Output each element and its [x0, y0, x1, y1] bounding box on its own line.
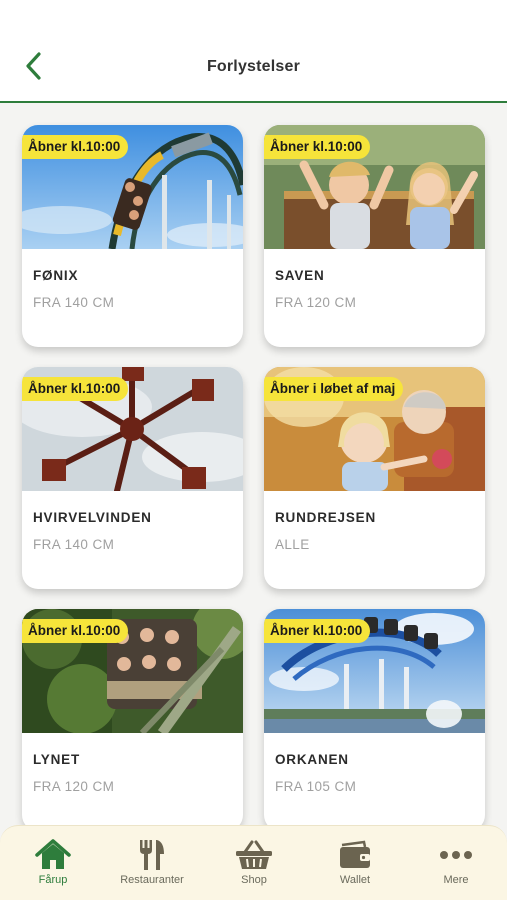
wallet-icon	[340, 840, 370, 868]
ride-height-requirement: FRA 105 CM	[275, 779, 357, 794]
ride-name: FØNIX	[33, 268, 79, 283]
ride-name: HVIRVELVINDEN	[33, 510, 152, 525]
ride-height-requirement: FRA 120 CM	[33, 779, 115, 794]
ride-height-requirement: ALLE	[275, 537, 310, 552]
home-icon	[35, 839, 71, 869]
ride-height-requirement: FRA 140 CM	[33, 537, 115, 552]
ride-name: LYNET	[33, 752, 81, 767]
ride-height-requirement: FRA 120 CM	[275, 295, 357, 310]
ride-height-requirement: FRA 140 CM	[33, 295, 115, 310]
status-badge: Åbner i løbet af maj	[264, 377, 404, 401]
ride-card-hvirvelvinden[interactable]: Åbner kl.10:00 HVIRVELVINDEN FRA 140 CM	[22, 367, 243, 589]
tab-label: Mere	[443, 874, 469, 886]
ride-name: ORKANEN	[275, 752, 349, 767]
ride-card-rundrejsen[interactable]: Åbner i løbet af maj RUNDREJSEN ALLE	[264, 367, 485, 589]
status-badge: Åbner kl.10:00	[22, 135, 129, 159]
header-bar: Forlystelser	[0, 0, 507, 103]
tab-restauranter[interactable]: Restauranter	[107, 838, 197, 898]
page-title: Forlystelser	[206, 58, 301, 75]
ride-card-orkanen[interactable]: Åbner kl.10:00 ORKANEN FRA 105 CM	[264, 609, 485, 825]
fork-knife-icon	[140, 840, 164, 870]
ride-card-saven[interactable]: Åbner kl.10:00 SAVEN FRA 120 CM	[264, 125, 485, 347]
status-badge: Åbner kl.10:00	[22, 377, 129, 401]
ride-card-lynet[interactable]: Åbner kl.10:00 LYNET FRA 120 CM	[22, 609, 243, 825]
tab-mere[interactable]: Mere	[411, 838, 501, 898]
tab-label: Fårup	[38, 874, 68, 886]
more-dots-icon	[440, 851, 472, 859]
basket-icon	[236, 840, 272, 869]
tab-label: Wallet	[339, 874, 371, 886]
ride-name: SAVEN	[275, 268, 325, 283]
tab-label: Shop	[241, 874, 267, 886]
tab-wallet[interactable]: Wallet	[310, 838, 400, 898]
bottom-tab-bar: Fårup Restauranter Shop Wallet Mere	[0, 825, 507, 900]
status-badge: Åbner kl.10:00	[264, 619, 371, 643]
ride-card-fonix[interactable]: Åbner kl.10:00 FØNIX FRA 140 CM	[22, 125, 243, 347]
rides-grid: Åbner kl.10:00 FØNIX FRA 140 CM Åbner kl…	[0, 105, 507, 825]
status-badge: Åbner kl.10:00	[22, 619, 129, 643]
ride-name: RUNDREJSEN	[275, 510, 377, 525]
tab-farup[interactable]: Fårup	[8, 838, 98, 898]
status-badge: Åbner kl.10:00	[264, 135, 371, 159]
tab-label: Restauranter	[120, 874, 184, 886]
tab-shop[interactable]: Shop	[209, 838, 299, 898]
